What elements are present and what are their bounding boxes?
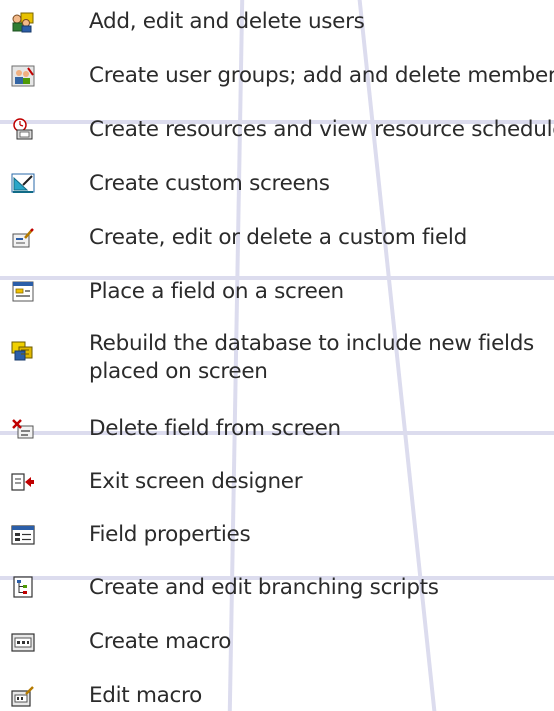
delete-field-icon xyxy=(11,418,35,440)
edit-macro-icon xyxy=(11,685,35,707)
legend-item-label: Exit screen designer xyxy=(89,469,303,494)
rebuild-database-icon xyxy=(11,340,35,362)
create-macro-icon xyxy=(11,631,35,653)
legend-item-label: Create resources and view resource sched… xyxy=(89,117,554,142)
legend-item-label: Create macro xyxy=(89,629,232,654)
resources-schedule-icon xyxy=(11,118,35,140)
legend-item-label: Create user groups; add and delete membe… xyxy=(89,63,554,88)
legend-item-label: Create custom screens xyxy=(89,171,330,196)
legend-item-label: Create, edit or delete a custom field xyxy=(89,225,467,250)
legend-item-label: Edit macro xyxy=(89,683,202,708)
field-properties-icon xyxy=(11,524,35,546)
branching-scripts-icon xyxy=(11,576,35,598)
legend-item-label: Rebuild the database to include new fiel… xyxy=(89,331,534,384)
custom-field-icon xyxy=(11,227,35,249)
legend-item-label: Field properties xyxy=(89,522,251,547)
legend-item-label: Add, edit and delete users xyxy=(89,9,365,34)
legend-item-label: Place a field on a screen xyxy=(89,279,344,304)
legend-item-label: Create and edit branching scripts xyxy=(89,575,439,600)
users-icon xyxy=(11,11,35,33)
user-groups-icon xyxy=(11,65,35,87)
place-field-icon xyxy=(11,280,35,302)
legend-item-label: Delete field from screen xyxy=(89,416,341,441)
custom-screens-icon xyxy=(11,172,35,194)
exit-designer-icon xyxy=(11,471,35,493)
